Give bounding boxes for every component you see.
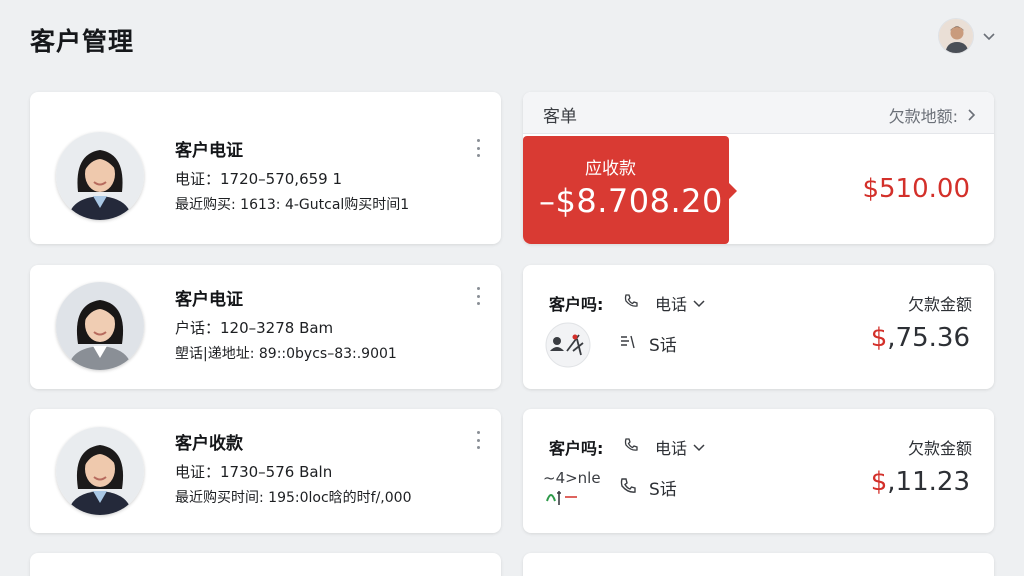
receivable-pointer [728, 182, 737, 200]
debt-detail-card[interactable]: 客户吗: 电话 欠款金额 S话 $,75.36 [523, 265, 994, 389]
call-label[interactable]: S话 [649, 331, 677, 356]
debt-amount: $,11.23 [871, 467, 970, 497]
customer-label: 客户吗: [549, 295, 604, 314]
debt-amount-value: ,75.36 [887, 323, 970, 353]
receivable-label: 应收款 [585, 159, 636, 179]
debt-amount-label: 欠款金额 [907, 295, 972, 314]
chevron-down-icon [693, 300, 705, 308]
customer-phone: 电证：1720–570,659 1 [175, 170, 343, 188]
customer-photo [56, 282, 144, 370]
customer-name: 客户电证 [175, 141, 243, 161]
contact-method-select[interactable]: 电话 [655, 291, 705, 315]
phone-icon [624, 294, 638, 307]
customer-thumbnail-icon [543, 321, 593, 369]
contact-method-value: 电话 [655, 295, 688, 314]
top-bar: 客户管理 [0, 0, 1024, 80]
customer-label: 客户吗: [549, 439, 604, 458]
chevron-down-icon[interactable] [982, 29, 996, 43]
more-options-icon[interactable] [475, 431, 481, 449]
summary-header: 客单 欠款地额: [523, 92, 994, 134]
customer-thumbnail-icon: ~4>nle [543, 465, 601, 513]
debt-amount-link-label: 欠款地额: [888, 107, 958, 126]
customer-address: 塱话|递地址: 89::0bycs–83:.9001 [175, 346, 397, 362]
chevron-right-icon [968, 109, 976, 121]
receivable-value: –$8.708.20 [539, 182, 723, 220]
call-label[interactable]: S话 [649, 475, 677, 500]
summary-card: 客单 欠款地额: 应收款 –$8.708.20 $510.00 [523, 92, 994, 244]
customer-card[interactable]: 客户电证 户话：120–3278 Bam 塱话|递地址: 89::0bycs–8… [30, 265, 501, 389]
currency-symbol: $ [870, 467, 888, 497]
summary-title: 客单 [543, 107, 577, 127]
phone-icon [624, 438, 638, 451]
customer-photo [56, 132, 144, 220]
customer-info: 客户收款 电证：1730–576 Baln 最近购买时间: 195:0loc​​… [175, 433, 411, 508]
customer-card[interactable]: 客户电证 电证：1720–570,659 1 最近购买: 1613: 4-Gut… [30, 92, 501, 244]
debt-amount-link[interactable]: 欠款地额: [889, 103, 976, 127]
customer-name: 客户收款 [175, 434, 243, 454]
call-icon[interactable] [619, 333, 637, 351]
more-options-icon[interactable] [475, 287, 481, 305]
customer-info: 客户电证 电证：1720–570,659 1 最近购买: 1613: 4-Gut… [175, 140, 409, 215]
summary-amount: $510.00 [862, 174, 970, 204]
customer-phone: 户话：120–3278 Bam [175, 319, 334, 337]
debt-amount: $,75.36 [871, 323, 970, 353]
customer-last-purchase: 最近购买时间: 195:0loc​​晗的时f/,000 [175, 490, 412, 506]
debt-detail-card-partial[interactable] [523, 553, 994, 576]
customer-last-purchase: 最近购买: 1613: 4-Gutcal​购买时间1 [175, 197, 410, 213]
page-title: 客户管理 [30, 27, 135, 56]
contact-method-value: 电话 [655, 439, 688, 458]
currency-symbol: $ [870, 323, 888, 353]
call-icon[interactable] [619, 477, 637, 495]
thumbnail-text: ~4>nle [543, 469, 601, 487]
debt-amount-value: ,11.23 [887, 467, 970, 497]
customer-info: 客户电证 户话：120–3278 Bam 塱话|递地址: 89::0bycs–8… [175, 289, 397, 364]
debt-amount-label: 欠款金额 [907, 439, 972, 458]
customer-card-partial[interactable] [30, 553, 501, 576]
receivable-box[interactable]: 应收款 –$8.708.20 [523, 136, 729, 244]
contact-method-select[interactable]: 电话 [655, 435, 705, 459]
customer-name: 客户电证 [175, 290, 243, 310]
user-menu[interactable] [938, 18, 1000, 54]
more-options-icon[interactable] [475, 139, 481, 157]
customer-card[interactable]: 客户收款 电证：1730–576 Baln 最近购买时间: 195:0loc​​… [30, 409, 501, 533]
customer-photo [56, 427, 144, 515]
chevron-down-icon [693, 444, 705, 452]
customer-phone: 电证：1730–576 Baln [175, 463, 333, 481]
avatar-icon[interactable] [938, 18, 974, 54]
debt-detail-card[interactable]: 客户吗: 电话 欠款金额 ~4>nle S话 $,11.23 [523, 409, 994, 533]
